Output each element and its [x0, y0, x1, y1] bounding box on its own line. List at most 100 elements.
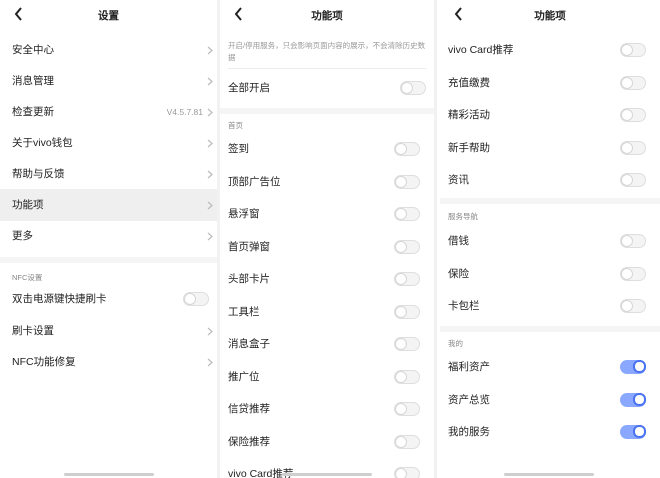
feature-label: 资产总览: [448, 393, 490, 406]
features-panel-1: 功能项 开启/停用服务，只会影响页面内容的展示，不会清除历史数据 全部开启 首页…: [220, 0, 434, 478]
menu-item-label: NFC功能修复: [12, 356, 76, 368]
feature-row[interactable]: 卡包栏: [440, 290, 660, 322]
feature-toggle[interactable]: [394, 207, 420, 221]
menu-item-label: 刷卡设置: [12, 325, 54, 337]
feature-toggle[interactable]: [620, 234, 646, 248]
chevron-right-icon: [207, 201, 213, 210]
menu-item-check-update[interactable]: 检查更新 V4.5.7.81: [0, 96, 217, 128]
feature-toggle[interactable]: [394, 467, 420, 478]
toggle-knob: [621, 300, 633, 312]
feature-label: 我的服务: [448, 426, 490, 438]
feature-label: vivo Card推荐: [448, 44, 514, 56]
feature-row[interactable]: 签到: [220, 133, 434, 165]
feature-toggle[interactable]: [620, 266, 646, 281]
menu-item-label: 更多: [12, 230, 33, 242]
feature-label: 签到: [228, 143, 249, 155]
toggle-knob: [395, 273, 407, 285]
feature-toggle[interactable]: [620, 108, 646, 122]
menu-item-more[interactable]: 更多: [0, 220, 217, 252]
feature-toggle[interactable]: [620, 425, 646, 439]
section-gap: [220, 108, 434, 114]
feature-row[interactable]: 保险推荐: [220, 426, 434, 458]
features-panel-2: 功能项 vivo Card推荐充值缴费精彩活动新手帮助资讯 服务导航 借钱 保险卡…: [440, 0, 660, 478]
chevron-right-icon: [207, 46, 213, 55]
toggle-knob: [633, 392, 646, 406]
feature-row[interactable]: 我的服务: [440, 416, 660, 448]
feature-toggle[interactable]: [394, 142, 420, 156]
divider-line: [228, 68, 426, 69]
feature-row[interactable]: 借钱: [440, 225, 660, 257]
feature-label: 顶部广告位: [228, 175, 281, 188]
feature-row[interactable]: 推广位: [220, 361, 434, 393]
menu-item-nfc-repair[interactable]: NFC功能修复: [0, 346, 217, 378]
feature-row[interactable]: 消息盒子: [220, 328, 434, 360]
section-header-mine: 我的: [448, 339, 463, 348]
feature-label: 福利资产: [448, 361, 490, 373]
menu-item-double-click-pay[interactable]: 双击电源键快捷刷卡: [0, 283, 217, 315]
feature-toggle[interactable]: [394, 402, 420, 416]
feature-toggle[interactable]: [620, 75, 646, 90]
feature-row[interactable]: 顶部广告位: [220, 166, 434, 198]
feature-label: 精彩活动: [448, 109, 490, 121]
feature-toggle[interactable]: [620, 360, 646, 374]
toggle-knob: [395, 370, 407, 383]
feature-row-all-on[interactable]: 全部开启: [220, 72, 434, 104]
feature-toggle[interactable]: [394, 272, 420, 286]
menu-item-features[interactable]: 功能项: [0, 189, 217, 221]
feature-row[interactable]: 充值缴费: [440, 67, 660, 99]
menu-item-security[interactable]: 安全中心: [0, 34, 217, 66]
menu-item-label: 双击电源键快捷刷卡: [12, 293, 107, 305]
menu-item-messages[interactable]: 消息管理: [0, 65, 217, 97]
feature-row[interactable]: 资讯: [440, 164, 660, 196]
toggle-knob: [184, 293, 196, 305]
features-header: 功能项: [440, 0, 660, 30]
chevron-right-icon: [207, 232, 213, 241]
section-gap: [440, 198, 660, 204]
feature-label: 保险推荐: [228, 435, 270, 448]
feature-toggle[interactable]: [620, 173, 646, 187]
feature-label: 全部开启: [228, 82, 270, 94]
feature-label: 消息盒子: [228, 338, 270, 350]
menu-item-label: 消息管理: [12, 75, 54, 87]
feature-row[interactable]: 福利资产: [440, 351, 660, 383]
feature-row[interactable]: 首页弹窗: [220, 231, 434, 263]
page-title: 功能项: [311, 10, 343, 22]
feature-row[interactable]: 悬浮窗: [220, 198, 434, 230]
feature-row[interactable]: 保险: [440, 258, 660, 290]
section-header-service: 服务导航: [448, 212, 478, 221]
toggle-knob: [621, 76, 633, 89]
feature-toggle[interactable]: [394, 304, 420, 319]
toggle-knob: [633, 425, 646, 438]
feature-row[interactable]: 头部卡片: [220, 263, 434, 295]
double-click-toggle[interactable]: [183, 292, 209, 306]
menu-item-card-settings[interactable]: 刷卡设置: [0, 315, 217, 347]
feature-row[interactable]: 工具栏: [220, 296, 434, 328]
menu-item-about[interactable]: 关于vivo钱包: [0, 127, 217, 159]
feature-row[interactable]: 资产总览: [440, 384, 660, 416]
feature-label: 卡包栏: [448, 300, 480, 312]
feature-toggle[interactable]: [394, 174, 420, 189]
settings-header: 设置: [0, 0, 217, 30]
feature-toggle[interactable]: [620, 140, 646, 155]
feature-toggle[interactable]: [394, 434, 420, 449]
all-on-toggle[interactable]: [400, 81, 426, 95]
menu-item-help[interactable]: 帮助与反馈: [0, 158, 217, 190]
feature-label: 推广位: [228, 370, 260, 383]
chevron-right-icon: [207, 170, 213, 179]
feature-toggle[interactable]: [394, 239, 420, 254]
feature-label: 新手帮助: [448, 141, 490, 154]
feature-toggle[interactable]: [620, 43, 646, 57]
feature-row[interactable]: 信贷推荐: [220, 393, 434, 425]
toggle-knob: [621, 141, 633, 154]
page-title: 设置: [98, 10, 119, 22]
toggle-knob: [395, 208, 407, 220]
feature-toggle[interactable]: [620, 299, 646, 313]
feature-toggle[interactable]: [620, 392, 646, 407]
panel-divider: [434, 0, 437, 478]
feature-row[interactable]: 新手帮助: [440, 132, 660, 164]
page-title: 功能项: [534, 10, 566, 22]
feature-toggle[interactable]: [394, 337, 420, 351]
feature-row[interactable]: 精彩活动: [440, 99, 660, 131]
feature-toggle[interactable]: [394, 369, 420, 384]
feature-row[interactable]: vivo Card推荐: [440, 34, 660, 66]
